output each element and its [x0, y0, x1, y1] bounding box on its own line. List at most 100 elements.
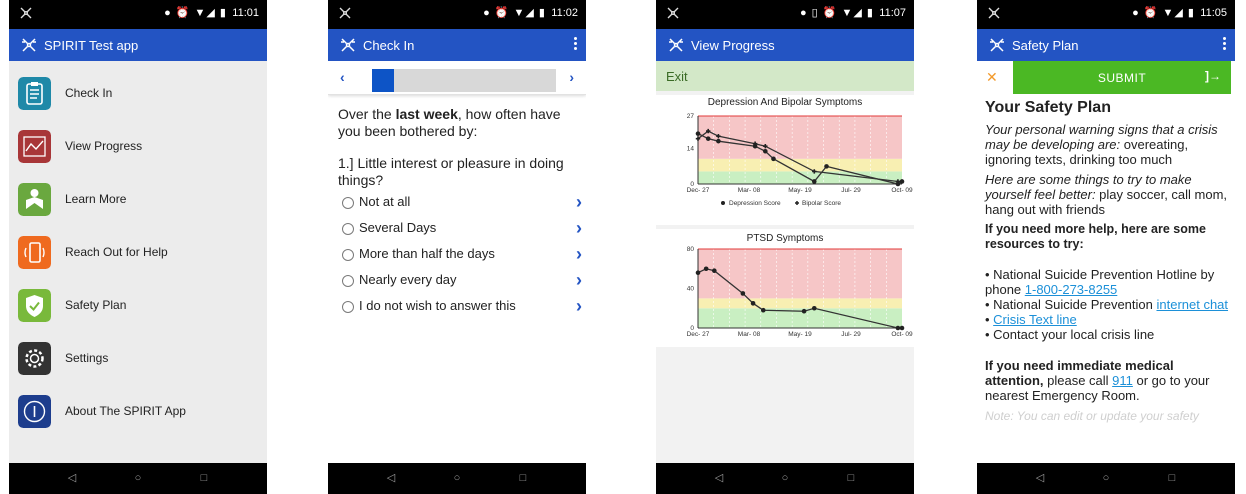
screen-title: Check In — [363, 38, 415, 53]
home-icon[interactable]: ○ — [131, 471, 145, 485]
data-point — [750, 301, 756, 306]
status-time: 11:01 — [232, 7, 259, 19]
question-progress-row: ‹ › — [328, 61, 586, 95]
exit-button[interactable]: Exit — [666, 69, 688, 84]
radio-button[interactable] — [342, 301, 354, 313]
band-red — [698, 249, 902, 299]
hotline-phone-link[interactable]: 1-800-273-8255 — [1025, 282, 1118, 297]
chevron-right-icon[interactable]: › — [576, 270, 582, 291]
x-tick-label: Dec- 27 — [687, 331, 710, 338]
chevron-right-icon[interactable]: › — [576, 192, 582, 213]
status-bar: ● ⏰ ▼◢ ▮ 11:02 — [328, 0, 586, 29]
status-time: 11:07 — [879, 7, 906, 19]
status-icons: ● ⏰ ▼◢ ▮ — [483, 7, 546, 19]
spirit-logo-icon — [667, 7, 679, 19]
resource-local-line: • Contact your local crisis line — [985, 327, 1155, 342]
recents-icon[interactable]: □ — [844, 471, 858, 485]
y-tick-label: 80 — [687, 246, 695, 253]
app-title: SPIRIT Test app — [44, 38, 139, 53]
x-tick-label: May- 19 — [788, 331, 812, 338]
chevron-right-icon[interactable]: › — [576, 244, 582, 265]
gear-icon — [18, 342, 51, 375]
y-tick-label: 27 — [687, 113, 695, 120]
depression-bipolar-chart-card: Depression And Bipolar Symptoms 27 14 0 Dec… — [656, 95, 914, 225]
question-text: 1.] Little interest or pleasure in doing… — [338, 155, 564, 188]
ptsd-chart-card: PTSD Symptoms 80 40 0 Dec- 27 Mar- 08 May- 19… — [656, 229, 914, 347]
back-icon[interactable]: ◁ — [712, 471, 726, 485]
menu-item-check-in[interactable]: Check In — [9, 67, 267, 120]
submit-button[interactable]: SUBMIT ]→ — [1013, 61, 1231, 94]
menu-item-settings[interactable]: Settings — [9, 332, 267, 385]
depression-bipolar-chart: 27140Dec- 27 Mar- 08 May- 19 Jul- 29 Oct- 09… — [687, 113, 913, 207]
progress-screen: Exit Depression And Bipolar Symptoms 27 1… — [656, 61, 914, 463]
menu-label: About The SPIRIT App — [65, 404, 186, 418]
close-icon[interactable]: ✕ — [986, 69, 998, 86]
answer-option[interactable]: More than half the days › — [342, 244, 582, 266]
band-red — [698, 116, 902, 159]
menu-item-safety-plan[interactable]: Safety Plan — [9, 279, 267, 332]
answer-option[interactable]: Several Days › — [342, 218, 582, 240]
chevron-right-icon[interactable]: › — [576, 218, 582, 239]
recents-icon[interactable]: □ — [516, 471, 530, 485]
spirit-logo-icon — [669, 38, 683, 52]
next-question-icon[interactable]: › — [569, 69, 574, 85]
resource-internet-chat: • National Suicide Prevention internet c… — [985, 297, 1229, 312]
exit-bar[interactable]: Exit — [656, 61, 914, 91]
legend-marker-depression — [721, 201, 725, 205]
recents-icon[interactable]: □ — [1165, 471, 1179, 485]
menu-item-learn-more[interactable]: Learn More — [9, 173, 267, 226]
menu-item-view-progress[interactable]: View Progress — [9, 120, 267, 173]
recents-icon[interactable]: □ — [197, 471, 211, 485]
radio-button[interactable] — [342, 249, 354, 261]
legend-label: Bipolar Score — [802, 200, 841, 207]
answer-option[interactable]: I do not wish to answer this › — [342, 296, 582, 318]
chart-icon — [18, 130, 51, 163]
menu-label: Check In — [65, 86, 113, 100]
status-icons: ● ⏰ ▼◢ ▮ — [164, 7, 227, 19]
menu-label: Settings — [65, 351, 109, 365]
home-icon[interactable]: ○ — [1099, 471, 1113, 485]
back-icon[interactable]: ◁ — [1033, 471, 1047, 485]
menu-item-reach-out[interactable]: Reach Out for Help — [9, 226, 267, 279]
previous-question-icon[interactable]: ‹ — [340, 69, 345, 85]
overflow-menu-icon[interactable] — [1221, 37, 1227, 53]
app-bar: Safety Plan — [977, 29, 1235, 61]
data-point — [712, 268, 717, 274]
home-icon[interactable]: ○ — [450, 471, 464, 485]
data-point — [703, 266, 709, 272]
answer-option[interactable]: Nearly every day › — [342, 270, 582, 292]
chevron-right-icon[interactable]: › — [576, 296, 582, 317]
y-tick-label: 14 — [687, 146, 695, 153]
system-nav-bar: ◁ ○ □ — [656, 463, 914, 494]
menu-item-about[interactable]: About The SPIRIT App — [9, 385, 267, 438]
overflow-menu-icon[interactable] — [572, 37, 578, 53]
call-911-link[interactable]: 911 — [1112, 373, 1133, 388]
data-point — [811, 305, 817, 311]
emergency-instructions: If you need immediate medical attention,… — [985, 358, 1210, 403]
home-icon[interactable]: ○ — [778, 471, 792, 485]
data-point — [801, 308, 807, 314]
menu-label: Safety Plan — [65, 298, 127, 312]
radio-button[interactable] — [342, 275, 354, 287]
app-bar: SPIRIT Test app — [9, 29, 267, 61]
answer-option[interactable]: Not at all › — [342, 192, 582, 214]
crisis-text-line-link[interactable]: Crisis Text line — [993, 312, 1077, 327]
x-tick-label: Mar- 08 — [738, 187, 761, 194]
status-time: 11:02 — [551, 7, 578, 19]
x-tick-label: Mar- 08 — [738, 331, 761, 338]
data-point — [705, 136, 711, 141]
internet-chat-link[interactable]: internet chat — [1156, 297, 1228, 312]
app-bar: Check In — [328, 29, 586, 61]
menu-label: Reach Out for Help — [65, 245, 168, 259]
data-point — [695, 270, 701, 275]
option-label: Several Days — [359, 220, 437, 235]
reading-person-icon — [18, 183, 51, 216]
band-yellow — [698, 298, 902, 309]
back-icon[interactable]: ◁ — [384, 471, 398, 485]
radio-button[interactable] — [342, 197, 354, 209]
back-icon[interactable]: ◁ — [65, 471, 79, 485]
phone-main-menu: ● ⏰ ▼◢ ▮ 11:01 SPIRIT Test app Check In … — [9, 0, 267, 494]
y-tick-label: 40 — [687, 286, 695, 293]
data-point — [811, 179, 817, 184]
radio-button[interactable] — [342, 223, 354, 235]
